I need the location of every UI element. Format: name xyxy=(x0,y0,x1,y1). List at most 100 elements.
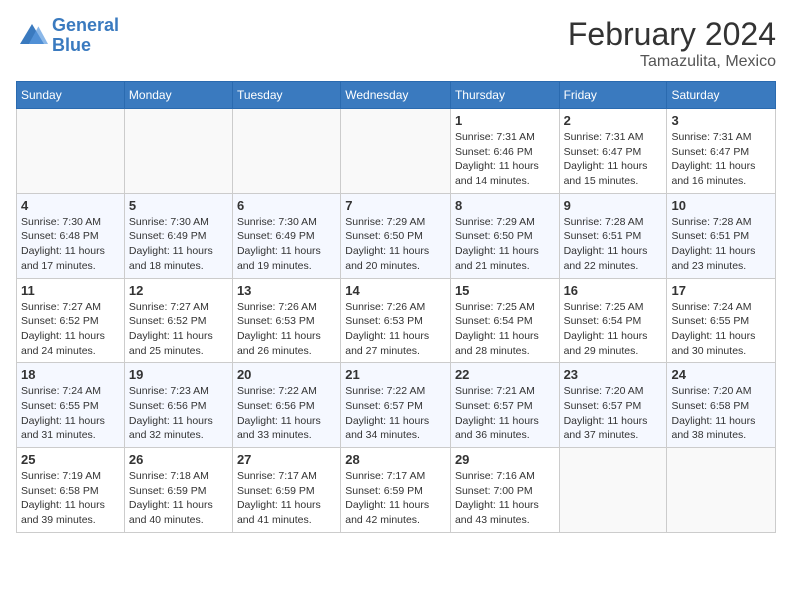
weekday-header-sunday: Sunday xyxy=(17,82,125,109)
calendar-week-row: 18 Sunrise: 7:24 AM Sunset: 6:55 PM Dayli… xyxy=(17,363,776,448)
day-number: 15 xyxy=(455,283,555,298)
calendar-header-row: SundayMondayTuesdayWednesdayThursdayFrid… xyxy=(17,82,776,109)
day-info: Sunrise: 7:25 AM Sunset: 6:54 PM Dayligh… xyxy=(564,300,663,359)
day-info: Sunrise: 7:20 AM Sunset: 6:57 PM Dayligh… xyxy=(564,384,663,443)
weekday-header-wednesday: Wednesday xyxy=(341,82,451,109)
calendar-cell xyxy=(124,109,232,194)
calendar-cell: 2Sunrise: 7:31 AM Sunset: 6:47 PM Daylig… xyxy=(559,109,667,194)
calendar-week-row: 11 Sunrise: 7:27 AM Sunset: 6:52 PM Dayli… xyxy=(17,278,776,363)
calendar-cell: 23 Sunrise: 7:20 AM Sunset: 6:57 PM Dayli… xyxy=(559,363,667,448)
calendar-cell: 25Sunrise: 7:19 AM Sunset: 6:58 PM Dayli… xyxy=(17,448,125,533)
logo: General Blue xyxy=(16,16,119,56)
day-number: 29 xyxy=(455,452,555,467)
calendar-cell: 29 Sunrise: 7:16 AM Sunset: 7:00 PM Dayli… xyxy=(450,448,559,533)
day-info: Sunrise: 7:22 AM Sunset: 6:56 PM Dayligh… xyxy=(237,384,336,443)
day-number: 14 xyxy=(345,283,446,298)
day-number: 21 xyxy=(345,367,446,382)
day-info: Sunrise: 7:21 AM Sunset: 6:57 PM Dayligh… xyxy=(455,384,555,443)
day-number: 28 xyxy=(345,452,446,467)
calendar-week-row: 4 Sunrise: 7:30 AM Sunset: 6:48 PM Daylig… xyxy=(17,193,776,278)
day-info: Sunrise: 7:29 AM Sunset: 6:50 PM Dayligh… xyxy=(345,215,446,274)
weekday-header-saturday: Saturday xyxy=(667,82,776,109)
day-number: 8 xyxy=(455,198,555,213)
day-number: 23 xyxy=(564,367,663,382)
calendar-cell xyxy=(559,448,667,533)
calendar-cell: 26 Sunrise: 7:18 AM Sunset: 6:59 PM Dayli… xyxy=(124,448,232,533)
calendar-cell: 3Sunrise: 7:31 AM Sunset: 6:47 PM Daylig… xyxy=(667,109,776,194)
day-number: 6 xyxy=(237,198,336,213)
calendar-cell: 22 Sunrise: 7:21 AM Sunset: 6:57 PM Dayli… xyxy=(450,363,559,448)
day-info: Sunrise: 7:30 AM Sunset: 6:48 PM Dayligh… xyxy=(21,215,120,274)
logo-text: General Blue xyxy=(52,16,119,56)
day-number: 26 xyxy=(129,452,228,467)
logo-blue: Blue xyxy=(52,35,91,55)
day-info: Sunrise: 7:17 AM Sunset: 6:59 PM Dayligh… xyxy=(345,469,446,528)
calendar-cell: 18 Sunrise: 7:24 AM Sunset: 6:55 PM Dayli… xyxy=(17,363,125,448)
calendar-cell: 19 Sunrise: 7:23 AM Sunset: 6:56 PM Dayli… xyxy=(124,363,232,448)
day-number: 10 xyxy=(671,198,771,213)
day-info: Sunrise: 7:26 AM Sunset: 6:53 PM Dayligh… xyxy=(345,300,446,359)
day-info: Sunrise: 7:28 AM Sunset: 6:51 PM Dayligh… xyxy=(564,215,663,274)
day-info: Sunrise: 7:18 AM Sunset: 6:59 PM Dayligh… xyxy=(129,469,228,528)
day-number: 20 xyxy=(237,367,336,382)
day-info: Sunrise: 7:17 AM Sunset: 6:59 PM Dayligh… xyxy=(237,469,336,528)
day-number: 5 xyxy=(129,198,228,213)
day-info: Sunrise: 7:26 AM Sunset: 6:53 PM Dayligh… xyxy=(237,300,336,359)
calendar-cell: 20 Sunrise: 7:22 AM Sunset: 6:56 PM Dayli… xyxy=(232,363,340,448)
day-info: Sunrise: 7:24 AM Sunset: 6:55 PM Dayligh… xyxy=(671,300,771,359)
day-number: 22 xyxy=(455,367,555,382)
calendar-cell: 7 Sunrise: 7:29 AM Sunset: 6:50 PM Daylig… xyxy=(341,193,451,278)
calendar-cell: 27 Sunrise: 7:17 AM Sunset: 6:59 PM Dayli… xyxy=(232,448,340,533)
calendar-week-row: 1 Sunrise: 7:31 AM Sunset: 6:46 PM Daylig… xyxy=(17,109,776,194)
calendar-cell xyxy=(667,448,776,533)
calendar-cell: 15 Sunrise: 7:25 AM Sunset: 6:54 PM Dayli… xyxy=(450,278,559,363)
day-number: 13 xyxy=(237,283,336,298)
calendar-cell: 28 Sunrise: 7:17 AM Sunset: 6:59 PM Dayli… xyxy=(341,448,451,533)
day-info: Sunrise: 7:31 AM Sunset: 6:47 PM Dayligh… xyxy=(564,130,663,189)
day-number: 9 xyxy=(564,198,663,213)
day-number: 1 xyxy=(455,113,555,128)
day-info: Sunrise: 7:16 AM Sunset: 7:00 PM Dayligh… xyxy=(455,469,555,528)
calendar-cell xyxy=(17,109,125,194)
calendar-cell: 10 Sunrise: 7:28 AM Sunset: 6:51 PM Dayli… xyxy=(667,193,776,278)
calendar-cell: 4 Sunrise: 7:30 AM Sunset: 6:48 PM Daylig… xyxy=(17,193,125,278)
day-number: 11 xyxy=(21,283,120,298)
month-year-title: February 2024 xyxy=(568,16,776,53)
calendar-cell: 24Sunrise: 7:20 AM Sunset: 6:58 PM Dayli… xyxy=(667,363,776,448)
day-number: 17 xyxy=(671,283,771,298)
day-number: 4 xyxy=(21,198,120,213)
calendar-cell: 21 Sunrise: 7:22 AM Sunset: 6:57 PM Dayli… xyxy=(341,363,451,448)
location-subtitle: Tamazulita, Mexico xyxy=(568,53,776,71)
calendar-cell: 17 Sunrise: 7:24 AM Sunset: 6:55 PM Dayli… xyxy=(667,278,776,363)
day-info: Sunrise: 7:22 AM Sunset: 6:57 PM Dayligh… xyxy=(345,384,446,443)
calendar-cell: 11 Sunrise: 7:27 AM Sunset: 6:52 PM Dayli… xyxy=(17,278,125,363)
logo-general: General xyxy=(52,15,119,35)
day-info: Sunrise: 7:31 AM Sunset: 6:47 PM Dayligh… xyxy=(671,130,771,189)
day-number: 16 xyxy=(564,283,663,298)
calendar-cell xyxy=(341,109,451,194)
day-info: Sunrise: 7:27 AM Sunset: 6:52 PM Dayligh… xyxy=(129,300,228,359)
day-info: Sunrise: 7:30 AM Sunset: 6:49 PM Dayligh… xyxy=(129,215,228,274)
day-info: Sunrise: 7:25 AM Sunset: 6:54 PM Dayligh… xyxy=(455,300,555,359)
day-info: Sunrise: 7:23 AM Sunset: 6:56 PM Dayligh… xyxy=(129,384,228,443)
day-number: 18 xyxy=(21,367,120,382)
calendar-cell: 9 Sunrise: 7:28 AM Sunset: 6:51 PM Daylig… xyxy=(559,193,667,278)
day-number: 27 xyxy=(237,452,336,467)
weekday-header-friday: Friday xyxy=(559,82,667,109)
day-number: 19 xyxy=(129,367,228,382)
day-number: 24 xyxy=(671,367,771,382)
day-number: 7 xyxy=(345,198,446,213)
calendar-table: SundayMondayTuesdayWednesdayThursdayFrid… xyxy=(16,81,776,533)
day-info: Sunrise: 7:24 AM Sunset: 6:55 PM Dayligh… xyxy=(21,384,120,443)
title-area: February 2024 Tamazulita, Mexico xyxy=(568,16,776,71)
day-info: Sunrise: 7:31 AM Sunset: 6:46 PM Dayligh… xyxy=(455,130,555,189)
day-info: Sunrise: 7:28 AM Sunset: 6:51 PM Dayligh… xyxy=(671,215,771,274)
calendar-cell: 13 Sunrise: 7:26 AM Sunset: 6:53 PM Dayli… xyxy=(232,278,340,363)
day-info: Sunrise: 7:30 AM Sunset: 6:49 PM Dayligh… xyxy=(237,215,336,274)
day-info: Sunrise: 7:29 AM Sunset: 6:50 PM Dayligh… xyxy=(455,215,555,274)
calendar-cell: 12Sunrise: 7:27 AM Sunset: 6:52 PM Dayli… xyxy=(124,278,232,363)
logo-icon xyxy=(16,20,48,52)
calendar-cell: 14 Sunrise: 7:26 AM Sunset: 6:53 PM Dayli… xyxy=(341,278,451,363)
day-info: Sunrise: 7:27 AM Sunset: 6:52 PM Dayligh… xyxy=(21,300,120,359)
calendar-cell xyxy=(232,109,340,194)
